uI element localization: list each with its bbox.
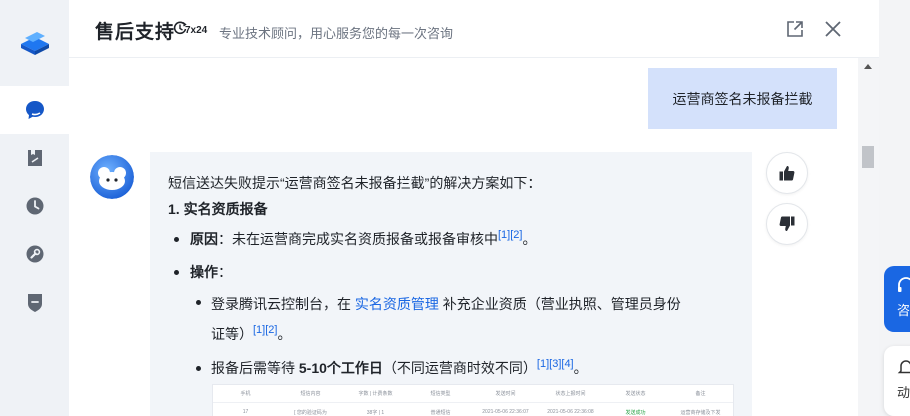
action-step-1: 登录腾讯云控制台，在 实名资质管理 补充企业资质（营业执照、管理员身份 证等）[… [168,289,734,349]
support-chat-window: 售后支持 7x24 专业技术顾问，用心服务您的每一次咨询 运营商签名未报备拦截 [0,0,910,416]
table-header-cell: 字数 | 计费条数 [358,391,393,397]
table-cell: 2021-05-06 22:36:07 [482,409,529,415]
table-cell: 17 [242,409,249,415]
table-cell: [ 您的验证码为 [294,409,327,416]
page-subtitle: 专业技术顾问，用心服务您的每一次咨询 [219,26,454,41]
table-row: 17 [ 您的验证码为 38字 | 1 普通短信 2021-05-06 22:3… [213,403,733,416]
external-link-icon [787,21,803,37]
table-header-cell: 短信内容 [300,391,321,397]
wait-duration: 5-10个工作日 [298,360,383,376]
answer-heading: 1. 实名资质报备 [168,201,268,217]
badge-text: 7x24 [185,25,208,36]
table-cell: 2021-05-06 22:36:08 [547,409,594,415]
table-header-row: 手机 短信内容 字数 | 计费条数 短信类型 发送时间 状态上报时间 发送状态 … [213,385,733,403]
close-icon [825,21,841,37]
consult-label: 咨 [897,303,910,318]
action-step-2: 报备后需等待 5-10个工作日（不同运营商时效不同）[1][3][4]。 [168,355,734,381]
table-header-cell: 手机 [240,391,251,397]
support-24h-badge: 7x24 [173,19,207,36]
answer-intro: 短信送达失败提示“运营商签名未报备拦截”的解决方案如下： [168,175,542,191]
updates-label: 动 [897,385,910,400]
table-cell: 普通短信 [430,409,451,416]
logo-icon [0,19,69,67]
message-list: 运营商签名未报备拦截 短信送达失败提示“运营商签名未报备拦截”的解决方案如下： [69,58,858,416]
assistant-answer: 短信送达失败提示“运营商签名未报备拦截”的解决方案如下： 1. 实名资质报备 原… [150,152,752,416]
table-cell: 38字 | 1 [366,409,385,416]
table-header-cell: 发送状态 [625,391,646,397]
chat-icon [25,101,44,119]
wrench-icon [26,245,43,263]
table-header-cell: 状态上报时间 [555,391,586,397]
close-button[interactable] [820,16,846,42]
thumbs-down-icon [779,216,795,231]
scrollbar-thumb[interactable] [862,146,874,168]
clock-icon [26,197,43,215]
step1-references[interactable]: [1][2] [253,324,277,336]
sidebar-item-documents[interactable] [0,134,69,182]
chat-header: 售后支持 7x24 专业技术顾问，用心服务您的每一次咨询 [69,0,879,58]
floating-consult-button[interactable]: 咨 [884,266,910,332]
table-header-cell: 发送时间 [495,391,516,397]
open-external-button[interactable] [782,16,808,42]
cause-text: ：未在运营商完成实名资质报备或报备审核中 [218,231,498,247]
thumbs-up-button[interactable] [766,152,808,194]
screenshot-table-preview: 手机 短信内容 字数 | 计费条数 短信类型 发送时间 状态上报时间 发送状态 … [212,384,734,416]
sidebar-item-tools[interactable] [0,230,69,278]
floating-updates-button[interactable]: 动 [884,346,910,416]
step2-references[interactable]: [1][3][4] [537,358,574,370]
page-title: 售后支持 [95,22,176,43]
real-name-qualification-link[interactable]: 实名资质管理 [355,296,439,312]
chat-scrollbar[interactable] [858,58,879,416]
scroll-up-arrow-icon[interactable] [864,64,872,69]
document-icon [27,150,42,166]
answer-action: 操作： [168,259,734,285]
user-message: 运营商签名未报备拦截 [648,68,837,129]
shield-icon [27,294,42,312]
action-label: 操作 [190,264,218,280]
headset-icon [898,277,910,292]
table-header-cell: 短信类型 [430,391,451,397]
table-cell-status: 发送成功 [625,409,646,416]
table-header-cell: 备注 [695,391,706,397]
bell-icon [897,360,910,374]
sidebar-item-chat[interactable] [0,86,69,134]
cause-references[interactable]: [1][2] [498,229,522,241]
answer-cause: 原因：未在运营商完成实名资质报备或报备审核中[1][2]。 [168,226,734,252]
left-sidebar [0,0,69,416]
assistant-avatar [90,155,134,199]
thumbs-up-icon [779,166,795,181]
table-cell: 运营商存储及下发 [680,409,721,416]
sidebar-item-security[interactable] [0,278,69,326]
thumbs-down-button[interactable] [766,203,808,245]
cause-label: 原因 [190,231,218,247]
sidebar-item-history[interactable] [0,182,69,230]
